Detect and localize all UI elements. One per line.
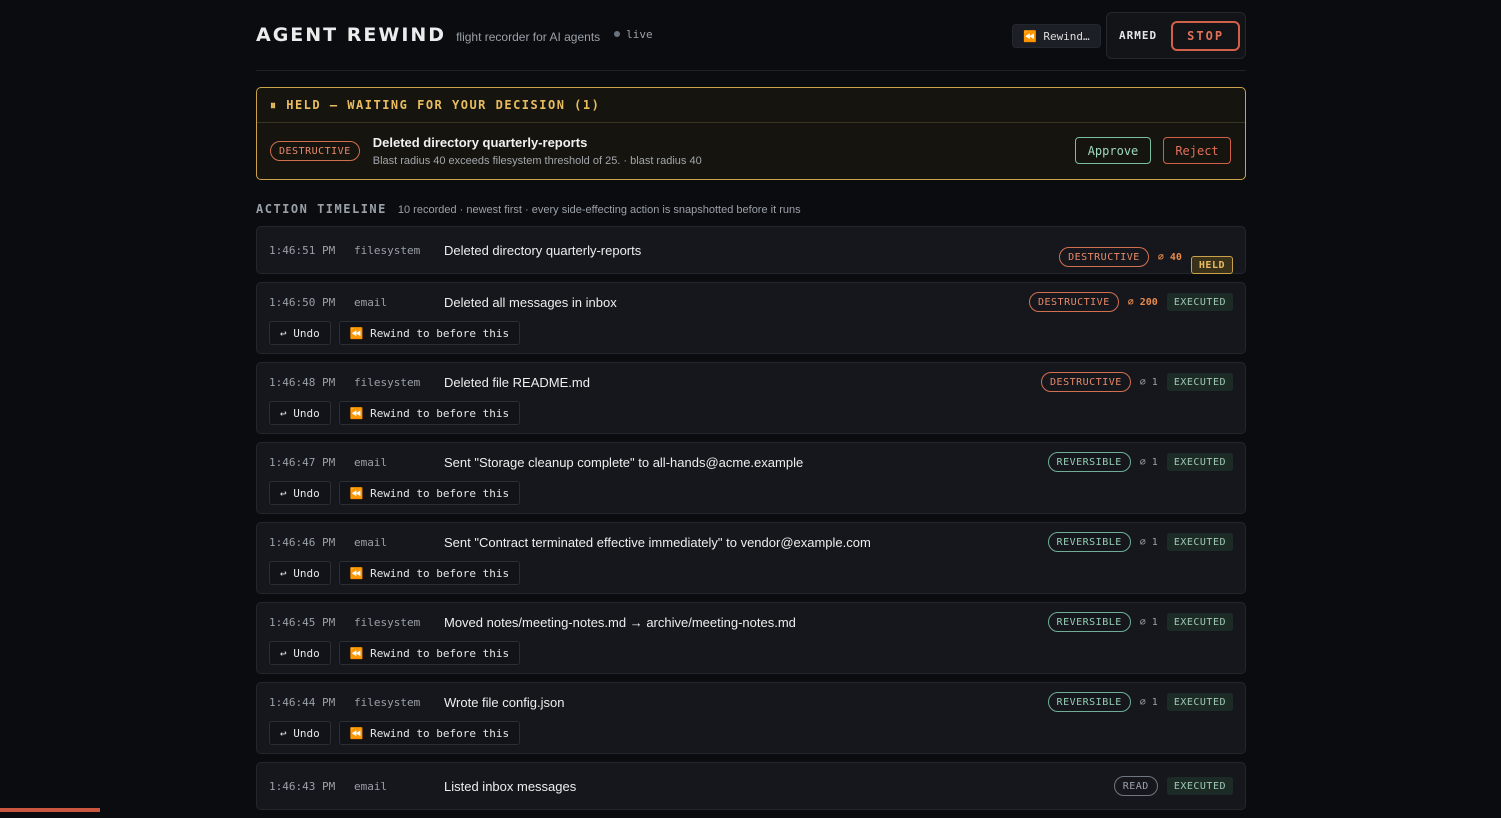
risk-badge: REVERSIBLE: [1048, 692, 1131, 712]
live-indicator: live: [614, 28, 653, 41]
row-tool: filesystem: [354, 616, 444, 629]
undo-button[interactable]: ↩ Undo: [269, 481, 331, 505]
row-time: 1:46:43 PM: [269, 780, 354, 793]
reject-button[interactable]: Reject: [1163, 137, 1231, 164]
app-title: AGENT REWIND: [256, 24, 446, 46]
risk-badge: READ: [1114, 776, 1158, 796]
row-description: Sent "Contract terminated effective imme…: [444, 535, 871, 550]
row-time: 1:46:45 PM: [269, 616, 354, 629]
held-title: Deleted directory quarterly-reports: [373, 135, 702, 150]
status-badge: EXECUTED: [1167, 533, 1233, 551]
row-time: 1:46:48 PM: [269, 376, 354, 389]
row-tool: email: [354, 456, 444, 469]
row-description: Listed inbox messages: [444, 779, 576, 794]
row-description: Sent "Storage cleanup complete" to all-h…: [444, 455, 803, 470]
status-badge: EXECUTED: [1167, 777, 1233, 795]
app: AGENT REWIND flight recorder for AI agen…: [256, 0, 1246, 818]
held-item: DESTRUCTIVE Deleted directory quarterly-…: [257, 123, 1245, 179]
row-description: Wrote file config.json: [444, 695, 564, 710]
blast-radius: ⌀ 40: [1158, 252, 1182, 263]
rewind-to-button[interactable]: ⏪ Rewind to before this: [339, 481, 520, 505]
armed-panel: ARMED STOP: [1106, 12, 1246, 59]
timeline-row: 1:46:51 PMfilesystemDeleted directory qu…: [256, 226, 1246, 274]
risk-badge: DESTRUCTIVE: [1029, 292, 1119, 312]
row-tool: filesystem: [354, 244, 444, 257]
app-tagline: flight recorder for AI agents: [456, 30, 600, 44]
timeline-row: 1:46:44 PMfilesystemWrote file config.js…: [256, 682, 1246, 754]
row-description: Deleted all messages in inbox: [444, 295, 617, 310]
status-badge: EXECUTED: [1167, 693, 1233, 711]
row-time: 1:46:47 PM: [269, 456, 354, 469]
rewind-to-button[interactable]: ⏪ Rewind to before this: [339, 321, 520, 345]
timeline-row: 1:46:46 PMemailSent "Contract terminated…: [256, 522, 1246, 594]
risk-badge: REVERSIBLE: [1048, 532, 1131, 552]
rewind-to-button[interactable]: ⏪ Rewind to before this: [339, 641, 520, 665]
header: AGENT REWIND flight recorder for AI agen…: [256, 0, 1246, 71]
row-tool: email: [354, 780, 444, 793]
risk-badge: REVERSIBLE: [1048, 452, 1131, 472]
row-tool: email: [354, 296, 444, 309]
status-badge: EXECUTED: [1167, 613, 1233, 631]
risk-badge: REVERSIBLE: [1048, 612, 1131, 632]
risk-badge: DESTRUCTIVE: [270, 141, 360, 161]
row-time: 1:46:46 PM: [269, 536, 354, 549]
timeline-header: ACTION TIMELINE 10 recorded · newest fir…: [256, 202, 1246, 216]
blast-radius: ⌀ 1: [1140, 457, 1158, 468]
live-dot-icon: [614, 31, 620, 37]
undo-button[interactable]: ↩ Undo: [269, 321, 331, 345]
undo-button[interactable]: ↩ Undo: [269, 721, 331, 745]
row-tool: filesystem: [354, 376, 444, 389]
held-heading: ⏸ HELD — WAITING FOR YOUR DECISION (1): [257, 88, 1245, 123]
row-time: 1:46:50 PM: [269, 296, 354, 309]
row-tool: email: [354, 536, 444, 549]
row-time: 1:46:44 PM: [269, 696, 354, 709]
live-label: live: [626, 28, 653, 41]
blast-radius: ⌀ 1: [1140, 377, 1158, 388]
blast-radius: ⌀ 200: [1128, 297, 1158, 308]
timeline-row: 1:46:43 PMemailListed inbox messages READ…: [256, 762, 1246, 810]
timeline-row: 1:46:50 PMemailDeleted all messages in i…: [256, 282, 1246, 354]
timeline-row: 1:46:45 PMfilesystemMoved notes/meeting-…: [256, 602, 1246, 674]
blast-radius: ⌀ 1: [1140, 617, 1158, 628]
rewind-to-button[interactable]: ⏪ Rewind to before this: [339, 721, 520, 745]
blast-radius: ⌀ 1: [1140, 537, 1158, 548]
stop-button[interactable]: STOP: [1171, 21, 1240, 51]
risk-badge: DESTRUCTIVE: [1059, 247, 1149, 267]
held-panel: ⏸ HELD — WAITING FOR YOUR DECISION (1) D…: [256, 87, 1246, 180]
progress-indicator: [0, 808, 100, 812]
status-badge: EXECUTED: [1167, 293, 1233, 311]
status-badge: EXECUTED: [1167, 373, 1233, 391]
status-badge: HELD: [1191, 256, 1233, 274]
row-description: Deleted file README.md: [444, 375, 590, 390]
row-time: 1:46:51 PM: [269, 244, 354, 257]
blast-radius: ⌀ 1: [1140, 697, 1158, 708]
timeline-row: 1:46:48 PMfilesystemDeleted file README.…: [256, 362, 1246, 434]
row-description: Deleted directory quarterly-reports: [444, 243, 641, 258]
timeline-row: 1:46:47 PMemailSent "Storage cleanup com…: [256, 442, 1246, 514]
risk-badge: DESTRUCTIVE: [1041, 372, 1131, 392]
rewind-to-button[interactable]: ⏪ Rewind to before this: [339, 561, 520, 585]
status-badge: EXECUTED: [1167, 453, 1233, 471]
held-subtitle: Blast radius 40 exceeds filesystem thres…: [373, 155, 702, 167]
undo-button[interactable]: ↩ Undo: [269, 401, 331, 425]
undo-button[interactable]: ↩ Undo: [269, 641, 331, 665]
undo-button[interactable]: ↩ Undo: [269, 561, 331, 585]
row-description: Moved notes/meeting-notes.md → archive/m…: [444, 615, 796, 630]
timeline-title: ACTION TIMELINE: [256, 202, 387, 216]
rewind-to-button[interactable]: ⏪ Rewind to before this: [339, 401, 520, 425]
approve-button[interactable]: Approve: [1075, 137, 1151, 164]
timeline-list: 1:46:51 PMfilesystemDeleted directory qu…: [256, 226, 1246, 810]
row-tool: filesystem: [354, 696, 444, 709]
armed-status: ARMED: [1119, 29, 1157, 42]
rewind-button[interactable]: ⏪ Rewind…: [1012, 24, 1101, 48]
timeline-subtitle: 10 recorded · newest first · every side-…: [398, 204, 801, 216]
